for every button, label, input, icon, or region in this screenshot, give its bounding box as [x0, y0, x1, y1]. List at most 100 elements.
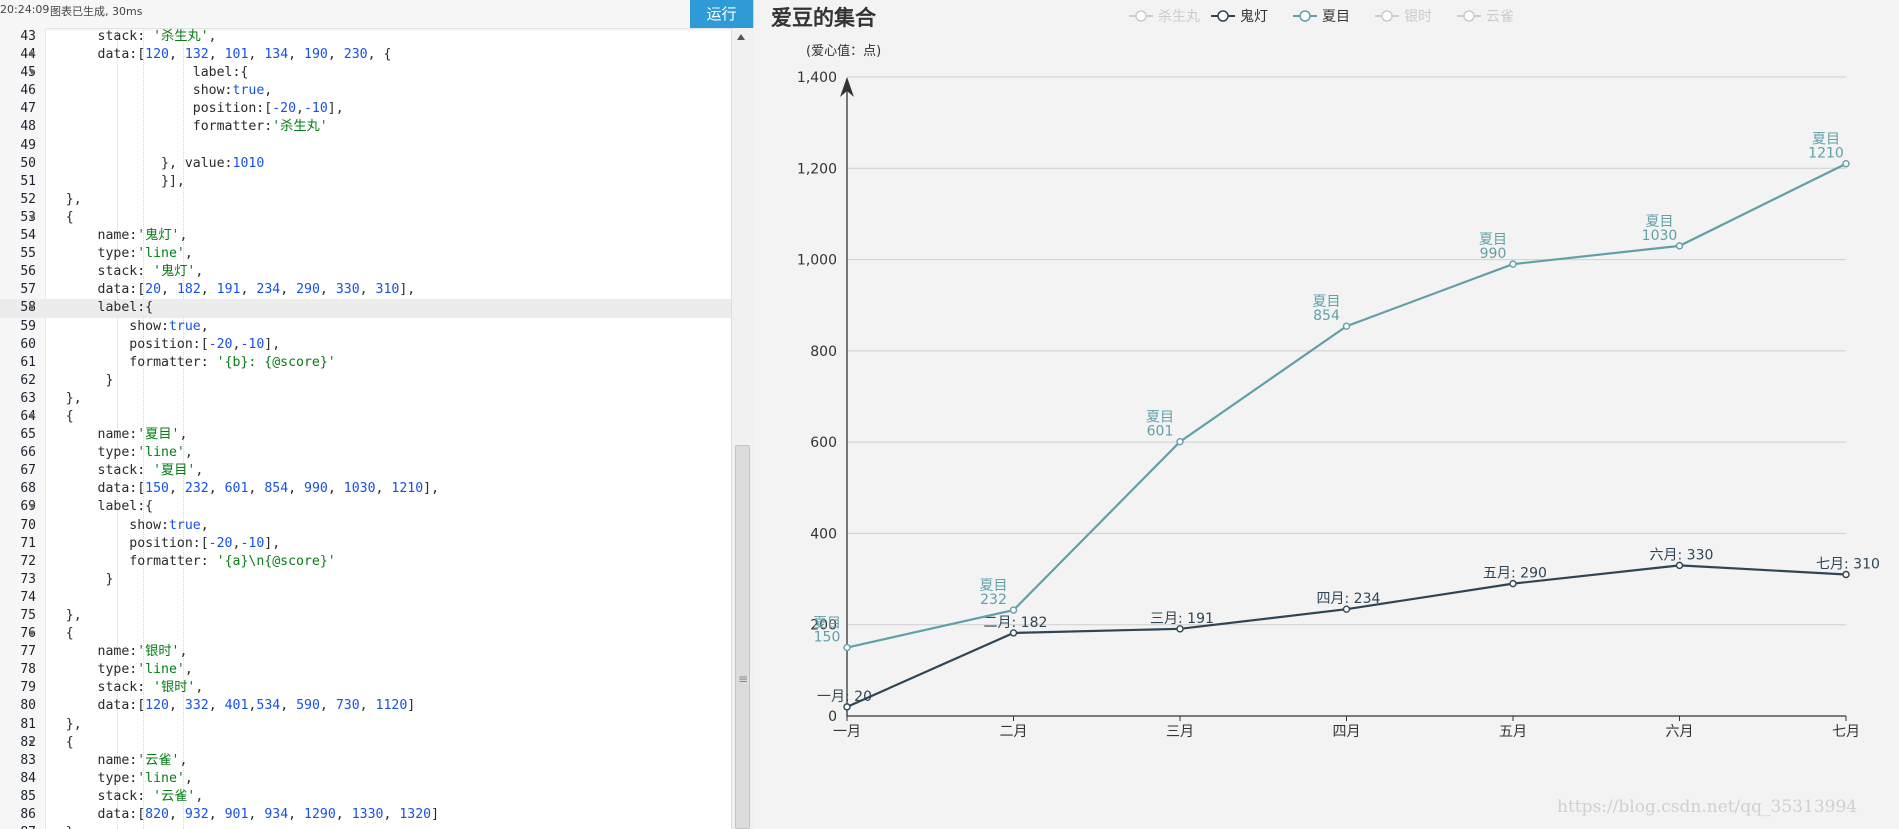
code-text: data:[120, 332, 401,534, 590, 730, 1120]: [34, 698, 416, 714]
code-line[interactable]: 83 name:'云雀',: [0, 752, 731, 770]
legend-item-杀生丸[interactable]: 杀生丸: [1158, 9, 1200, 25]
code-line[interactable]: 60 position:[-20,-10],: [0, 336, 731, 354]
x-tick-label: 一月: [833, 724, 861, 740]
data-point: [1509, 260, 1517, 268]
code-line[interactable]: 74: [0, 589, 731, 607]
code-line[interactable]: 56 stack: '鬼灯',: [0, 263, 731, 281]
code-line[interactable]: 53 {: [0, 209, 731, 227]
code-line[interactable]: 84 type:'line',: [0, 770, 731, 788]
code-line[interactable]: 81 },: [0, 716, 731, 734]
data-label: 四月: 234: [1317, 591, 1381, 607]
code-line[interactable]: 64 {: [0, 408, 731, 426]
data-label: 六月: 330: [1650, 547, 1714, 563]
code-line[interactable]: 70 show:true,: [0, 517, 731, 535]
code-line[interactable]: 52 },: [0, 191, 731, 209]
code-line[interactable]: 69 label:{: [0, 498, 731, 516]
code-text: data:[150, 232, 601, 854, 990, 1030, 121…: [34, 481, 440, 497]
legend-marker-icon[interactable]: [1135, 10, 1147, 22]
code-text: {: [34, 408, 74, 424]
code-line[interactable]: 59 show:true,: [0, 318, 731, 336]
code-line[interactable]: 86 data:[820, 932, 901, 934, 1290, 1330,…: [0, 806, 731, 824]
x-tick-label: 七月: [1832, 724, 1860, 740]
status-bar: 20:24:09 图表已生成, 30ms 运行: [0, 0, 753, 29]
code-line[interactable]: 85 stack: '云雀',: [0, 788, 731, 806]
legend-item-银时[interactable]: 银时: [1404, 9, 1432, 25]
x-tick-label: 三月: [1166, 724, 1194, 740]
code-line[interactable]: 80 data:[120, 332, 401,534, 590, 730, 11…: [0, 697, 731, 715]
y-axis-label: (爱心值：点): [806, 43, 881, 59]
data-label: 夏目 601: [1146, 410, 1174, 440]
code-line[interactable]: 47 position:[-20,-10],: [0, 100, 731, 118]
line-number: 60: [20, 336, 36, 352]
code-editor[interactable]: 43 stack: '杀生丸', 44 data:[120, 132, 101, …: [0, 28, 731, 829]
line-number: 67: [20, 463, 36, 479]
vertical-scrollbar[interactable]: ≡: [731, 28, 754, 829]
code-text: stack: '鬼灯',: [34, 264, 204, 280]
line-number: 65: [20, 427, 36, 443]
legend-item-夏目[interactable]: 夏目: [1322, 9, 1350, 25]
code-line[interactable]: 67 stack: '夏目',: [0, 462, 731, 480]
legend-marker-icon[interactable]: [1381, 10, 1393, 22]
code-text: data:[120, 132, 101, 134, 190, 230, {: [34, 47, 392, 63]
code-line[interactable]: 50 }, value:1010: [0, 155, 731, 173]
app-window: 20:24:09 图表已生成, 30ms 运行 43 stack: '杀生丸',…: [0, 0, 1899, 829]
legend-marker-icon[interactable]: [1217, 10, 1229, 22]
code-text: type:'line',: [34, 445, 193, 461]
code-line[interactable]: 75 },: [0, 607, 731, 625]
line-number: 55: [20, 246, 36, 262]
code-line[interactable]: 71 position:[-20,-10],: [0, 535, 731, 553]
status-message: 图表已生成, 30ms: [50, 5, 143, 18]
line-number: 57: [20, 282, 36, 298]
code-line[interactable]: 58 label:{: [0, 299, 731, 318]
code-line[interactable]: 54 name:'鬼灯',: [0, 227, 731, 245]
code-line[interactable]: 63 },: [0, 390, 731, 408]
code-text: stack: '云雀',: [34, 788, 204, 804]
code-text: },: [34, 716, 82, 732]
code-line[interactable]: 46 show:true,: [0, 82, 731, 100]
scroll-up-arrow-icon[interactable]: [737, 34, 745, 40]
x-tick-label: 二月: [1000, 724, 1028, 740]
line-number: 84: [20, 770, 36, 786]
code-line[interactable]: 65 name:'夏目',: [0, 426, 731, 444]
line-number: 59: [20, 318, 36, 334]
code-line[interactable]: 43 stack: '杀生丸',: [0, 28, 731, 46]
code-line[interactable]: 72 formatter: '{a}\n{@score}': [0, 553, 731, 571]
data-label: 五月: 290: [1483, 566, 1547, 582]
code-line[interactable]: 76 {: [0, 625, 731, 643]
code-text: formatter: '{a}\n{@score}': [34, 553, 336, 569]
code-line[interactable]: 55 type:'line',: [0, 245, 731, 263]
code-line[interactable]: 87 }: [0, 824, 731, 829]
code-line[interactable]: 44 data:[120, 132, 101, 134, 190, 230, {: [0, 46, 731, 64]
code-line[interactable]: 62 }: [0, 372, 731, 390]
line-number: 43: [20, 29, 36, 44]
resize-grip-icon[interactable]: ≡: [738, 673, 748, 685]
code-line[interactable]: 68 data:[150, 232, 601, 854, 990, 1030, …: [0, 480, 731, 498]
legend-item-鬼灯[interactable]: 鬼灯: [1240, 9, 1268, 25]
data-label: 一月: 20: [817, 689, 872, 705]
code-line[interactable]: 61 formatter: '{b}: {@score}': [0, 354, 731, 372]
legend-item-云雀[interactable]: 云雀: [1486, 9, 1514, 25]
y-tick-label: 800: [810, 344, 837, 360]
data-label: 夏目 854: [1313, 294, 1341, 324]
code-line[interactable]: 66 type:'line',: [0, 444, 731, 462]
code-line[interactable]: 73 }: [0, 571, 731, 589]
scrollbar-thumb[interactable]: [735, 445, 750, 829]
code-line[interactable]: 78 type:'line',: [0, 661, 731, 679]
code-line[interactable]: 51 }],: [0, 173, 731, 191]
y-tick-label: 0: [828, 709, 837, 725]
code-line[interactable]: 57 data:[20, 182, 191, 234, 290, 330, 31…: [0, 281, 731, 299]
code-line[interactable]: 49: [0, 137, 731, 155]
data-point: [1009, 606, 1018, 614]
data-point: [1675, 242, 1684, 250]
code-line[interactable]: 82 {: [0, 734, 731, 752]
code-line[interactable]: 48 formatter:'杀生丸': [0, 118, 731, 136]
legend-marker-icon[interactable]: [1299, 10, 1311, 22]
code-line[interactable]: 45 label:{: [0, 64, 731, 82]
run-button[interactable]: 运行: [690, 0, 753, 28]
code-text: label:{: [34, 499, 154, 515]
legend-marker-icon[interactable]: [1463, 10, 1475, 22]
code-line[interactable]: 79 stack: '银时',: [0, 679, 731, 697]
chart-preview-pane: 爱豆的集合 (爱心值：点) 0 200 400 600 800 1,000 1,200 1,400…: [754, 0, 1899, 829]
code-line[interactable]: 77 name:'银时',: [0, 643, 731, 661]
code-text: position:[-20,-10],: [34, 535, 281, 551]
